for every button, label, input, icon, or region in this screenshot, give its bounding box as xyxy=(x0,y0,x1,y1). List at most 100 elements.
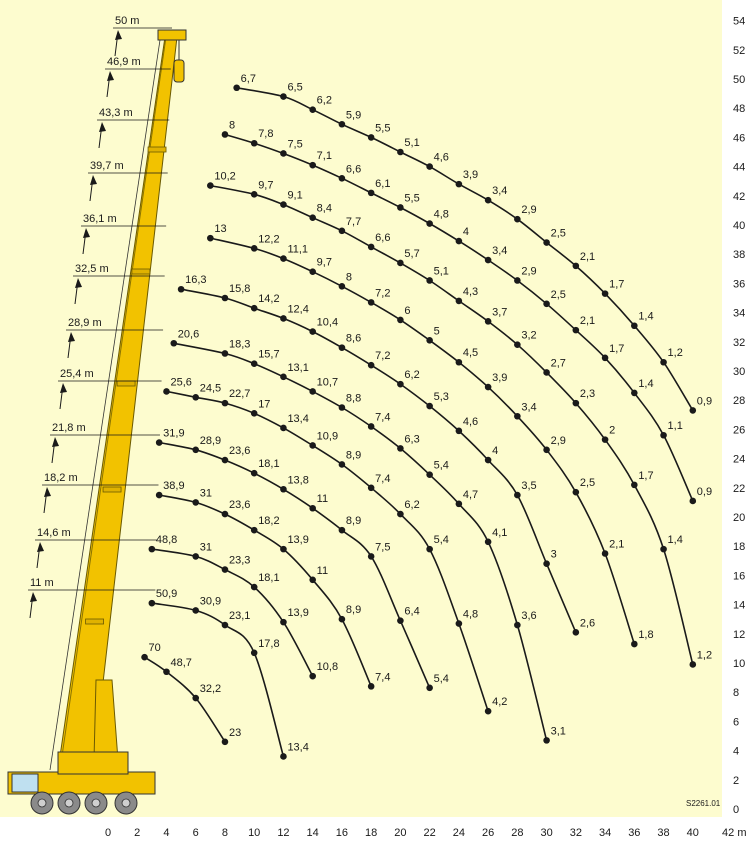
load-point xyxy=(397,204,404,211)
load-point xyxy=(192,607,200,614)
x-tick-label: 10 xyxy=(248,827,260,839)
y-tick-label: 48 xyxy=(733,103,745,115)
load-value-label: 3,9 xyxy=(492,372,507,384)
wheel-hub xyxy=(121,798,131,808)
y-tick-label: 0 xyxy=(733,804,739,816)
load-point xyxy=(367,299,375,306)
load-value-label: 6,6 xyxy=(375,232,390,244)
load-value-label: 6,2 xyxy=(317,95,332,107)
load-point xyxy=(397,259,404,267)
load-point xyxy=(309,388,316,395)
load-point xyxy=(250,245,258,252)
load-point xyxy=(367,683,375,690)
load-point xyxy=(309,106,316,113)
load-value-label: 6,2 xyxy=(404,499,419,511)
load-value-label: 6,7 xyxy=(241,73,256,85)
load-point xyxy=(338,283,346,290)
load-point xyxy=(221,456,229,464)
load-value-label: 17,8 xyxy=(258,638,279,650)
load-point xyxy=(309,268,316,276)
y-tick-label: 50 xyxy=(733,74,745,86)
y-axis: 0246810121416182022242628303234363840424… xyxy=(733,16,745,816)
load-value-label: 12,2 xyxy=(258,233,279,245)
load-value-label: 23,6 xyxy=(229,499,250,511)
boom-section-collar xyxy=(147,146,167,153)
load-point xyxy=(484,456,492,464)
load-point xyxy=(543,560,550,568)
load-value-label: 22,7 xyxy=(229,388,250,400)
load-point xyxy=(148,545,156,553)
load-point xyxy=(367,423,375,430)
load-value-label: 13 xyxy=(214,223,226,235)
load-value-label: 9,1 xyxy=(287,190,302,202)
x-tick-label: 22 xyxy=(424,827,436,839)
load-point xyxy=(338,526,346,534)
load-value-label: 2,1 xyxy=(580,315,595,327)
x-tick-label: 24 xyxy=(453,827,465,839)
load-point xyxy=(221,131,229,138)
load-value-label: 11,1 xyxy=(287,244,308,256)
x-tick-label: 32 xyxy=(570,827,582,839)
load-value-label: 5,9 xyxy=(346,109,361,121)
load-point xyxy=(455,620,463,627)
load-point xyxy=(338,344,346,351)
x-axis-unit-label: 42 m xyxy=(722,827,746,839)
load-value-label: 6,4 xyxy=(404,606,419,618)
load-value-label: 23,6 xyxy=(229,445,250,457)
load-value-label: 38,9 xyxy=(163,480,184,492)
load-point xyxy=(250,410,258,417)
load-value-label: 6,1 xyxy=(375,178,390,190)
load-point xyxy=(221,566,229,573)
load-point xyxy=(455,500,463,508)
load-value-label: 7,1 xyxy=(317,150,332,162)
y-tick-label: 28 xyxy=(733,395,745,407)
load-value-label: 31 xyxy=(200,487,212,499)
x-tick-label: 20 xyxy=(394,827,406,839)
load-value-label: 3,6 xyxy=(521,610,536,622)
load-point xyxy=(163,668,170,676)
load-point xyxy=(309,442,316,449)
load-value-label: 30,9 xyxy=(200,595,221,607)
drawing-code: S2261.01 xyxy=(686,799,721,808)
load-value-label: 4,2 xyxy=(492,696,507,708)
load-point xyxy=(250,469,258,477)
load-point xyxy=(367,243,375,251)
load-point xyxy=(280,255,287,262)
load-point xyxy=(572,488,580,496)
load-point xyxy=(689,661,697,668)
load-value-label: 3,4 xyxy=(492,185,507,197)
load-point xyxy=(221,510,229,518)
boom-length-label: 32,5 m xyxy=(75,263,109,275)
load-value-label: 13,1 xyxy=(287,362,308,374)
boom-section-collar xyxy=(116,380,136,387)
load-point xyxy=(689,497,697,505)
load-value-label: 13,4 xyxy=(287,413,308,425)
load-value-label: 15,8 xyxy=(229,283,250,295)
load-point xyxy=(280,150,287,157)
load-value-label: 11 xyxy=(317,493,328,505)
load-point xyxy=(631,640,638,648)
boom-length-label: 43,3 m xyxy=(99,107,133,119)
load-value-label: 48,8 xyxy=(156,534,177,546)
y-tick-label: 26 xyxy=(733,424,745,436)
load-value-label: 3 xyxy=(551,549,557,561)
load-value-label: 13,9 xyxy=(287,607,308,619)
load-value-label: 18,1 xyxy=(258,572,279,584)
x-tick-label: 6 xyxy=(193,827,199,839)
y-tick-label: 14 xyxy=(733,600,745,612)
boom-length-label: 14,6 m xyxy=(37,527,71,539)
load-point xyxy=(397,380,404,388)
load-value-label: 1,2 xyxy=(697,649,712,661)
load-value-label: 2,7 xyxy=(551,357,566,369)
load-value-label: 2,1 xyxy=(609,539,624,551)
load-point xyxy=(338,227,346,235)
load-value-label: 10,8 xyxy=(317,661,338,673)
load-value-label: 5,1 xyxy=(434,265,449,277)
boom-length-label: 21,8 m xyxy=(52,422,86,434)
load-point xyxy=(141,653,148,661)
load-value-label: 3,9 xyxy=(463,169,478,181)
load-point xyxy=(543,737,550,744)
load-value-label: 31,9 xyxy=(163,428,184,440)
y-tick-label: 32 xyxy=(733,337,745,349)
boom-section-collar xyxy=(102,486,122,493)
